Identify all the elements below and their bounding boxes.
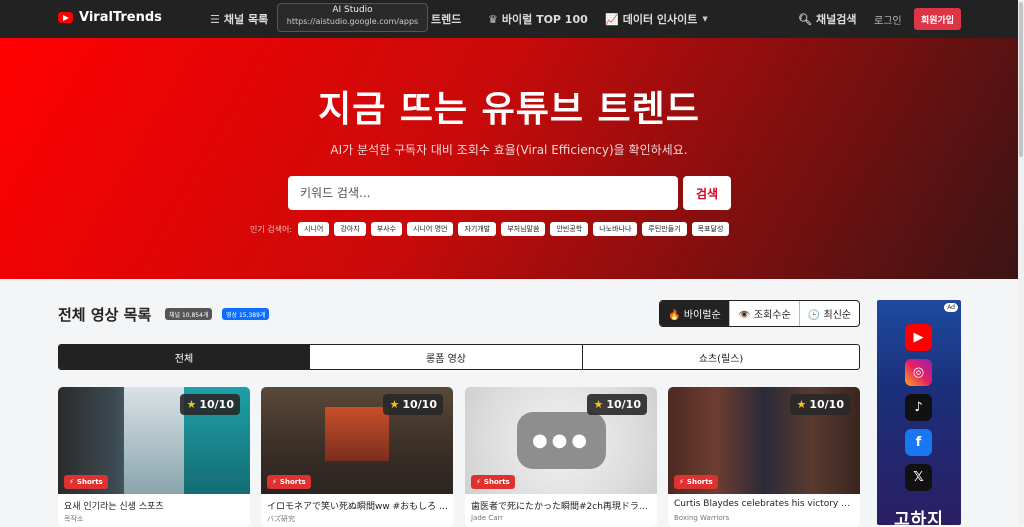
sort-latest-button[interactable]: 🕒 최신순 [800, 301, 859, 326]
tab-all[interactable]: 전체 [59, 345, 310, 369]
shorts-badge: ⚡ Shorts [674, 475, 718, 489]
popular-keywords: 인기 검색어: 시니어 강아지 부사수 시니어 명언 자기개발 부처님말씀 안빈… [250, 222, 734, 236]
bolt-icon: ⚡ [272, 478, 277, 486]
viral-score-badge: ★ 10/10 [587, 394, 647, 415]
hero-title: 지금 뜨는 유튜브 트렌드 [318, 89, 700, 130]
page-scrollbar[interactable] [1018, 0, 1024, 525]
viral-score-badge: ★ 10/10 [180, 394, 240, 415]
star-icon: ★ [186, 398, 197, 411]
channel-name[interactable]: Boxing Warriors [674, 514, 729, 522]
instagram-icon: ◎ [905, 359, 932, 386]
popular-label: 인기 검색어: [250, 224, 293, 234]
viral-score-badge: ★ 10/10 [790, 394, 850, 415]
video-card[interactable]: ★ 10/10 ⚡ Shorts 요새 인기라는 신생 스포츠 목작소 [58, 387, 250, 527]
tooltip-url: https://aistudio.google.com/apps [286, 17, 419, 26]
youtube-icon [58, 12, 73, 23]
ad-text: 고하지 [894, 510, 944, 525]
ad-banner[interactable]: Ad ▶ ◎ ♪ f 𝕏 고하지 [877, 300, 961, 525]
viral-score-badge: ★ 10/10 [383, 394, 443, 415]
video-title[interactable]: 歯医者で死にたかった瞬間#2ch再現ドラマ… [471, 499, 653, 512]
browser-tooltip: AI Studio https://aistudio.google.com/ap… [277, 3, 428, 32]
star-icon: ★ [389, 398, 400, 411]
keyword-chip[interactable]: 목표달성 [691, 222, 730, 236]
tooltip-title: AI Studio [332, 5, 373, 15]
keyword-chip[interactable]: 안빈공학 [550, 222, 589, 236]
video-list-section: 전체 영상 목록 채널 10,854개 영상 15,389개 🔥 바이럴순 👁️… [0, 279, 1018, 527]
video-card[interactable]: ★ 10/10 ⚡ Shorts Curtis Blaydes celebrates… [668, 387, 860, 527]
tiktok-icon: ♪ [905, 394, 932, 421]
video-card[interactable]: ★ 10/10 ⚡ Shorts イロモネアで笑い死ぬ瞬間ww #おもしろ #… バ… [261, 387, 453, 527]
search-button[interactable]: 검색 [683, 176, 731, 210]
signup-button[interactable]: 회원가입 [914, 8, 961, 30]
bolt-icon: ⚡ [476, 478, 481, 486]
video-count-badge: 영상 15,389개 [222, 308, 270, 320]
keyword-chip[interactable]: 부처님말씀 [501, 222, 546, 236]
keyword-chip[interactable]: 나노바나나 [593, 222, 638, 236]
keyword-chip[interactable]: 자기개발 [458, 222, 497, 236]
format-tabs: 전체 롱폼 영상 쇼츠(릴스) [58, 344, 860, 370]
channel-name[interactable]: バズ研究 [267, 514, 295, 524]
channel-name[interactable]: 목작소 [64, 514, 83, 524]
youtube-icon: ▶ [905, 324, 932, 351]
scrollbar-thumb[interactable] [1019, 2, 1023, 157]
search-icon: 🔍︎ [798, 12, 812, 26]
brand-logo[interactable]: ViralTrends [58, 10, 162, 25]
nav-viral-top100[interactable]: ♛ 바이럴 TOP 100 [488, 11, 588, 27]
tab-longform[interactable]: 롱폼 영상 [310, 345, 583, 369]
brand-name: ViralTrends [79, 10, 162, 25]
keyword-chip[interactable]: 시니어 [298, 222, 330, 236]
bolt-icon: ⚡ [69, 478, 74, 486]
nav-trend[interactable]: 트렌드 [431, 11, 461, 27]
x-icon: 𝕏 [905, 464, 932, 491]
star-icon: ★ [796, 398, 807, 411]
thumbnail-panel [124, 387, 184, 494]
channel-count-badge: 채널 10,854개 [165, 308, 213, 320]
star-icon: ★ [593, 398, 604, 411]
keyword-chip[interactable]: 시니어 명언 [407, 222, 454, 236]
login-link[interactable]: 로그인 [874, 12, 902, 27]
sort-viral-button[interactable]: 🔥 바이럴순 [660, 301, 730, 326]
section-title: 전체 영상 목록 [58, 306, 152, 324]
nav-channel-list[interactable]: ☰ 채널 목록 [210, 11, 268, 27]
channel-name[interactable]: Jade Carr [471, 514, 503, 522]
keyword-chip[interactable]: 부사수 [370, 222, 403, 236]
list-icon: ☰ [210, 12, 220, 26]
nav-data-insight[interactable]: 📈 데이터 인사이트 ▼ [605, 11, 712, 27]
hero-subtitle: AI가 분석한 구독자 대비 조회수 효율(Viral Efficiency)을… [330, 143, 688, 157]
chevron-down-icon: ▼ [702, 15, 708, 23]
nav-channel-search[interactable]: 🔍︎ 채널검색 [798, 11, 856, 27]
keyword-search-input[interactable] [288, 176, 678, 210]
top-navbar: ViralTrends ☰ 채널 목록 트렌드 ♛ 바이럴 TOP 100 📈 … [0, 0, 1018, 38]
sort-views-button[interactable]: 👁️ 조회수순 [730, 301, 800, 326]
hero-banner: 지금 뜨는 유튜브 트렌드 AI가 분석한 구독자 대비 조회수 효율(Vira… [0, 38, 1018, 279]
placeholder-video-icon: ●●● [517, 412, 606, 469]
video-card[interactable]: ●●● ★ 10/10 ⚡ Shorts 歯医者で死にたかった瞬間#2ch再現ドラマ… [465, 387, 657, 527]
keyword-chip[interactable]: 루틴만들기 [642, 222, 687, 236]
chart-line-icon: 📈 [605, 12, 619, 26]
keyword-chip[interactable]: 강아지 [334, 222, 366, 236]
ad-tag: Ad [944, 303, 958, 312]
facebook-icon: f [905, 429, 932, 456]
crown-icon: ♛ [488, 12, 498, 26]
video-title[interactable]: Curtis Blaydes celebrates his victory wi… [674, 499, 856, 509]
bolt-icon: ⚡ [679, 478, 684, 486]
shorts-badge: ⚡ Shorts [267, 475, 311, 489]
shorts-badge: ⚡ Shorts [471, 475, 515, 489]
video-title[interactable]: 요새 인기라는 신생 스포츠 [64, 499, 246, 512]
shorts-badge: ⚡ Shorts [64, 475, 108, 489]
video-title[interactable]: イロモネアで笑い死ぬ瞬間ww #おもしろ #… [267, 499, 449, 512]
tab-shorts[interactable]: 쇼츠(릴스) [583, 345, 859, 369]
sort-toggle-group: 🔥 바이럴순 👁️ 조회수순 🕒 최신순 [659, 300, 860, 327]
thumbnail-panel [325, 407, 389, 461]
